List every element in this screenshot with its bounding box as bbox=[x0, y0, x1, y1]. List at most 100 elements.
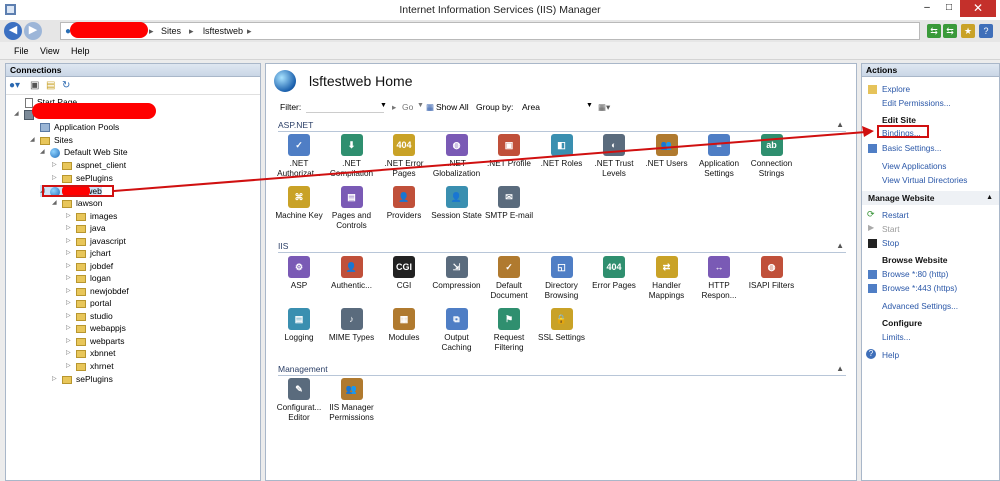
advanced-settings-link[interactable]: Advanced Settings... bbox=[882, 301, 958, 311]
browse-http-link[interactable]: Browse *:80 (http) bbox=[882, 269, 948, 279]
basic-settings-link[interactable]: Basic Settings... bbox=[882, 143, 942, 153]
breadcrumb-site[interactable]: lsftestweb bbox=[203, 26, 243, 36]
feature-isapi-filters[interactable]: ◍ ISAPI Filters bbox=[745, 256, 799, 291]
section-aspnet[interactable]: ASP.NET ▲ bbox=[278, 120, 846, 132]
chevron-down-icon[interactable]: ▼ bbox=[586, 102, 593, 109]
forward-button[interactable]: ▶ bbox=[24, 22, 42, 40]
feature-pages-controls[interactable]: ▤ Pages and Controls bbox=[325, 186, 379, 231]
tree-folder[interactable]: ◢ lawson bbox=[52, 197, 102, 209]
collapse-icon[interactable]: ▲ bbox=[986, 191, 993, 205]
feature-asp[interactable]: ⚙ ASP bbox=[272, 256, 326, 291]
feature-request-filtering[interactable]: ⚑ Request Filtering bbox=[482, 308, 536, 353]
up-folder-icon[interactable]: ▤ bbox=[46, 80, 55, 91]
go-button[interactable]: Go bbox=[402, 102, 413, 112]
menu-file[interactable]: File bbox=[14, 46, 29, 56]
tree-folder[interactable]: ▷ logan bbox=[66, 272, 111, 284]
tree-folder[interactable]: ▷ xhrnet bbox=[66, 360, 114, 372]
feature-users[interactable]: 👥 .NET Users bbox=[640, 134, 694, 169]
collapse-icon[interactable]: ▲ bbox=[836, 241, 844, 250]
feature-mime-types[interactable]: ♪ MIME Types bbox=[325, 308, 379, 343]
browse-https-link[interactable]: Browse *:443 (https) bbox=[882, 283, 957, 293]
feature-default-document[interactable]: ✓ Default Document bbox=[482, 256, 536, 301]
tree-folder[interactable]: ▷ java bbox=[66, 222, 106, 234]
feature-compression[interactable]: ⇲ Compression bbox=[430, 256, 484, 291]
limits-link[interactable]: Limits... bbox=[882, 332, 911, 342]
tree-folder[interactable]: ▷ portal bbox=[66, 297, 111, 309]
maximize-button[interactable]: □ bbox=[938, 0, 960, 17]
show-all-button[interactable]: Show All bbox=[436, 102, 469, 112]
tree-folder[interactable]: ▷ jobdef bbox=[66, 260, 113, 272]
view-mode-icon[interactable]: ▦▾ bbox=[598, 102, 610, 113]
menu-view[interactable]: View bbox=[40, 46, 59, 56]
tree-folder[interactable]: ▷ jchart bbox=[66, 247, 111, 259]
feature-authorization[interactable]: ✓ .NET Authorizat... bbox=[272, 134, 326, 179]
tree-folder[interactable]: ▷ sePlugins bbox=[52, 172, 113, 184]
close-button[interactable]: ✕ bbox=[960, 0, 996, 17]
feature-handler-mappings[interactable]: ⇄ Handler Mappings bbox=[640, 256, 694, 301]
tree-application-pools[interactable]: Application Pools bbox=[30, 121, 119, 133]
feature-session-state[interactable]: 👤 Session State bbox=[430, 186, 484, 221]
filter-input[interactable] bbox=[306, 102, 384, 113]
feature-config-editor[interactable]: ✎ Configurat... Editor bbox=[272, 378, 326, 423]
stop-link[interactable]: Stop bbox=[882, 238, 899, 248]
feature-roles[interactable]: ◧ .NET Roles bbox=[535, 134, 589, 169]
edit-permissions-link[interactable]: Edit Permissions... bbox=[882, 98, 951, 108]
feature-machine-key[interactable]: ⌘ Machine Key bbox=[272, 186, 326, 221]
feature-logging[interactable]: ▤ Logging bbox=[272, 308, 326, 343]
feature-error-pages[interactable]: 404 Error Pages bbox=[587, 256, 641, 291]
section-iis[interactable]: IIS ▲ bbox=[278, 241, 846, 253]
refresh-icon[interactable]: ↻ bbox=[62, 80, 70, 91]
feature-ssl-settings[interactable]: 🔒 SSL Settings bbox=[535, 308, 589, 343]
help-link[interactable]: Help bbox=[882, 350, 899, 360]
save-icon[interactable]: ▣ bbox=[30, 80, 39, 91]
feature-providers[interactable]: 👤 Providers bbox=[377, 186, 431, 221]
tree-folder[interactable]: ▷ javascript bbox=[66, 235, 126, 247]
minimize-button[interactable]: – bbox=[916, 0, 938, 17]
feature-profile[interactable]: ▣ .NET Profile bbox=[482, 134, 536, 169]
feature-compilation[interactable]: ⬇ .NET Compilation bbox=[325, 134, 379, 179]
feature-globalization[interactable]: ◍ .NET Globalization bbox=[430, 134, 484, 179]
feature-modules[interactable]: ▦ Modules bbox=[377, 308, 431, 343]
restart-link[interactable]: Restart bbox=[882, 210, 909, 220]
manage-website-heading[interactable]: Manage Website ▲ bbox=[862, 191, 999, 205]
feature-app-settings[interactable]: ≡ Application Settings bbox=[692, 134, 746, 179]
tree-folder[interactable]: ▷ webappjs bbox=[66, 322, 126, 334]
tree-sites[interactable]: ◢ Sites bbox=[30, 134, 73, 146]
feature-output-caching[interactable]: ⧉ Output Caching bbox=[430, 308, 484, 353]
back-button[interactable]: ◀ bbox=[4, 22, 22, 40]
feature-authentication[interactable]: 👤 Authentic... bbox=[325, 256, 379, 291]
section-management[interactable]: Management ▲ bbox=[278, 364, 846, 376]
tree-folder[interactable]: ▷ newjobdef bbox=[66, 285, 129, 297]
chevron-down-icon[interactable]: ▼ bbox=[380, 102, 387, 109]
feature-cgi[interactable]: CGI CGI bbox=[377, 256, 431, 291]
feature-smtp[interactable]: ✉ SMTP E-mail bbox=[482, 186, 536, 221]
connect-icon[interactable]: ⇆ bbox=[927, 24, 941, 38]
menu-help[interactable]: Help bbox=[71, 46, 90, 56]
feature-trust-levels[interactable]: ◐ .NET Trust Levels bbox=[587, 134, 641, 179]
chevron-down-icon[interactable]: ▼ bbox=[417, 102, 424, 109]
tree-folder[interactable]: ▷ studio bbox=[66, 310, 113, 322]
feature-http-response[interactable]: ↔ HTTP Respon... bbox=[692, 256, 746, 301]
tree-folder[interactable]: ▷ xbnnet bbox=[66, 347, 116, 359]
tree-folder[interactable]: ▷ aspnet_client bbox=[52, 159, 126, 171]
tree-folder[interactable]: ▷ images bbox=[66, 210, 117, 222]
breadcrumb-sites[interactable]: Sites bbox=[161, 26, 181, 36]
tree-default-web-site[interactable]: ◢ Default Web Site bbox=[40, 146, 128, 158]
explore-link[interactable]: Explore bbox=[882, 84, 910, 94]
connect-icon[interactable]: ●▾ bbox=[9, 80, 20, 91]
tree-folder[interactable]: ▷ webparts bbox=[66, 335, 125, 347]
tree-folder[interactable]: ▷ sePlugins bbox=[52, 373, 113, 385]
collapse-icon[interactable]: ▲ bbox=[836, 120, 844, 129]
breadcrumb[interactable]: ● ▸ Sites ▸ lsftestweb ▸ bbox=[60, 22, 920, 40]
feature-error-pages[interactable]: 404 .NET Error Pages bbox=[377, 134, 431, 179]
feature-permissions[interactable]: 👥 IIS Manager Permissions bbox=[325, 378, 379, 423]
help-icon[interactable]: ? bbox=[979, 24, 993, 38]
refresh-server-icon[interactable]: ⇆ bbox=[943, 24, 957, 38]
feature-directory-browsing[interactable]: ◱ Directory Browsing bbox=[535, 256, 589, 301]
view-virtual-directories-link[interactable]: View Virtual Directories bbox=[882, 175, 967, 185]
favorites-icon[interactable]: ★ bbox=[961, 24, 975, 38]
group-by-select[interactable]: Area bbox=[522, 102, 540, 112]
collapse-icon[interactable]: ▲ bbox=[836, 364, 844, 373]
feature-connection-strings[interactable]: ab Connection Strings bbox=[745, 134, 799, 179]
view-applications-link[interactable]: View Applications bbox=[882, 161, 946, 171]
